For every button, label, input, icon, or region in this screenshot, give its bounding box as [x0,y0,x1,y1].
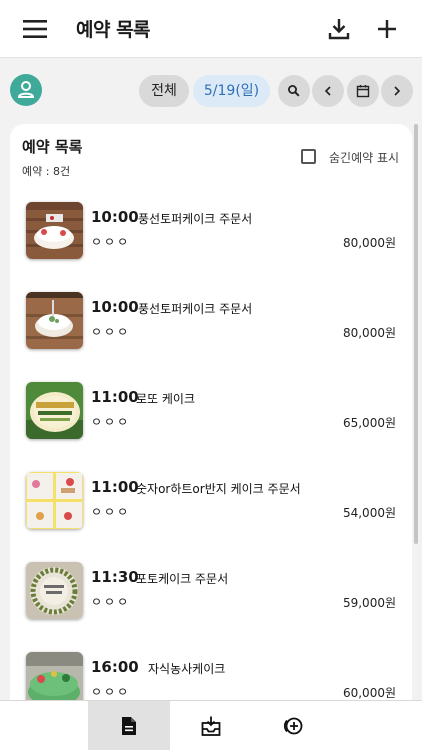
app-bar: 예약 목록 [0,0,422,58]
chevron-left-icon [324,86,331,96]
date-filter-button[interactable]: 5/19(일) [193,75,270,107]
reservation-name: 포토케이크 주문서 [136,572,229,586]
reservation-price: 80,000원 [342,236,396,250]
reservation-name: 풍선토퍼케이크 주문서 [138,212,253,226]
reservation-price: 59,000원 [342,596,396,610]
document-icon [122,717,136,735]
search-button[interactable] [278,75,310,107]
list-item[interactable]: 11:30 포토케이크 주문서 ㅇㅇㅇ 59,000원 [10,546,412,636]
calendar-button[interactable] [347,75,379,107]
download-icon[interactable] [326,16,352,42]
reservation-time: 11:30 [91,568,139,586]
reservation-time: 11:00 [91,388,139,406]
customer-name: ㅇㅇㅇ [91,235,131,249]
avatar[interactable] [10,74,42,106]
cake-photo [26,202,83,259]
search-icon [288,85,300,97]
customer-name: ㅇㅇㅇ [91,595,131,609]
list-item[interactable]: 10:00 풍선토퍼케이크 주문서 ㅇㅇㅇ 80,000원 [10,186,412,276]
page-title: 예약 목록 [76,19,151,41]
next-day-button[interactable] [381,75,413,107]
nav-inbox[interactable] [170,701,252,750]
nav-add[interactable] [252,701,334,750]
nav-reservations[interactable] [88,701,170,750]
calendar-icon [356,85,370,98]
customer-name: ㅇㅇㅇ [91,685,131,699]
inbox-icon [201,716,221,736]
reservation-name: 자식농사케이크 [148,662,226,676]
reservation-time: 16:00 [91,658,139,676]
previous-day-button[interactable] [312,75,344,107]
reservation-price: 80,000원 [342,326,396,340]
cake-photo [26,472,83,529]
reservation-name: 로또 케이크 [136,392,196,406]
reservation-count: 예약 : 8건 [22,165,71,178]
cake-photo [26,562,83,619]
customer-name: ㅇㅇㅇ [91,415,131,429]
reservation-time: 10:00 [91,298,139,316]
customer-name: ㅇㅇㅇ [91,505,131,519]
plus-icon[interactable] [374,16,400,42]
bottom-nav [0,700,422,750]
reservation-price: 65,000원 [342,416,396,430]
all-filter-button[interactable]: 전체 [139,75,189,107]
app: 예약 목록 전체 5/19(일) 예약 목록 예약: 8건 숨긴예약 표시 1… [0,0,422,750]
card-title: 예약 목록 [22,138,83,156]
reservation-name: 숫자or하트or반지 케이크 주문서 [136,482,301,496]
reservation-time: 10:00 [91,208,139,226]
cake-photo [26,382,83,439]
customer-name: ㅇㅇㅇ [91,325,131,339]
cake-photo [26,292,83,349]
menu-icon[interactable] [22,18,48,40]
person-icon [17,81,35,98]
list-item[interactable]: 11:00 숫자or하트or반지 케이크 주문서 ㅇㅇㅇ 54,000원 [10,456,412,546]
list-item[interactable]: 11:00 로또 케이크 ㅇㅇㅇ 65,000원 [10,366,412,456]
scrollbar[interactable] [414,124,418,544]
reservation-card: 예약 목록 예약 : 8건 숨긴예약 표시 10:00 풍선토퍼케이크 주문서 … [10,124,412,724]
reservation-time: 11:00 [91,478,139,496]
show-hidden-label: 숨긴예약 표시 [329,151,400,165]
add-circle-icon [283,717,303,735]
list-item[interactable]: 10:00 풍선토퍼케이크 주문서 ㅇㅇㅇ 80,000원 [10,276,412,366]
reservation-price: 54,000원 [342,506,396,520]
chevron-right-icon [394,86,401,96]
show-hidden-checkbox[interactable] [301,149,316,164]
reservation-price: 60,000원 [342,686,396,700]
reservation-name: 풍선토퍼케이크 주문서 [138,302,253,316]
